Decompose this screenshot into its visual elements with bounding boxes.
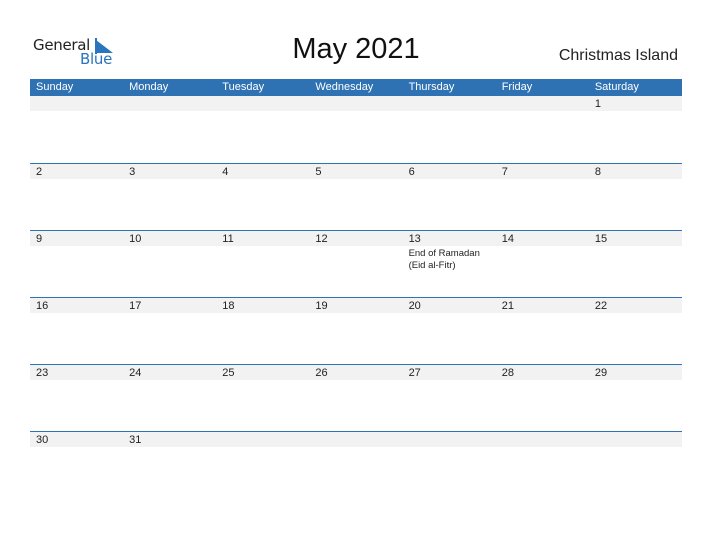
day-cell: 30	[30, 431, 123, 498]
day-number: 6	[408, 166, 415, 178]
day-cell: 26	[309, 364, 402, 431]
day-number: 27	[408, 367, 421, 379]
weeks-container: 1 2 3 4 5 6 7 8 9 10 11 12 13 End of Ramadan (Eid al-…	[30, 96, 682, 498]
day-cell: 9	[30, 230, 123, 297]
empty-cell	[403, 431, 496, 498]
day-number: 26	[315, 367, 328, 379]
weekday-saturday: Saturday	[594, 81, 639, 93]
day-cell: 2	[30, 163, 123, 230]
day-number: 5	[315, 166, 322, 178]
day-number: 9	[36, 233, 43, 245]
day-cell: 13 End of Ramadan (Eid al-Fitr)	[403, 230, 496, 297]
empty-cell	[30, 96, 123, 163]
day-number: 22	[594, 300, 608, 312]
day-cell: 17	[123, 297, 216, 364]
empty-cell	[309, 96, 402, 163]
day-number: 2	[36, 166, 43, 178]
day-cell: 14	[496, 230, 589, 297]
day-cell: 24	[123, 364, 216, 431]
week-row: 16 17 18 19 20 21 22	[30, 297, 682, 364]
weekday-monday: Monday	[129, 81, 169, 93]
day-cell: 7	[496, 163, 589, 230]
day-cell: 19	[309, 297, 402, 364]
empty-cell	[309, 431, 402, 498]
day-cell: 10	[123, 230, 216, 297]
day-number: 18	[222, 300, 235, 312]
empty-cell	[403, 96, 496, 163]
weekday-header: Sunday Monday Tuesday Wednesday Thursday Frid…	[30, 79, 682, 96]
week-row: 9 10 11 12 13 End of Ramadan (Eid al-Fitr) 14 1…	[30, 230, 682, 297]
weekday-tuesday: Tuesday	[222, 81, 265, 93]
day-cell: 25	[216, 364, 309, 431]
day-number: 15	[594, 233, 608, 245]
day-cell: 28	[496, 364, 589, 431]
week-row: 1	[30, 96, 682, 163]
day-cell: 31	[123, 431, 216, 498]
empty-cell	[496, 431, 589, 498]
day-number: 29	[594, 367, 608, 379]
week-row: 23 24 25 26 27 28 29	[30, 364, 682, 431]
calendar-grid: Sunday Monday Tuesday Wednesday Thursday Frid…	[30, 79, 682, 498]
day-cell: 12	[309, 230, 402, 297]
day-cell: 6	[403, 163, 496, 230]
empty-cell	[216, 431, 309, 498]
day-number: 24	[129, 367, 142, 379]
empty-cell	[589, 431, 682, 498]
day-number: 16	[36, 300, 49, 312]
day-cell: 3	[123, 163, 216, 230]
day-cell: 20	[403, 297, 496, 364]
day-number: 11	[222, 233, 234, 245]
day-number: 4	[222, 166, 229, 178]
day-number: 23	[36, 367, 49, 379]
week-row: 30 31	[30, 431, 682, 498]
weekday-thursday: Thursday	[408, 81, 455, 93]
day-cell: 21	[496, 297, 589, 364]
day-number: 14	[501, 233, 514, 245]
country-label: Christmas Island	[558, 47, 678, 64]
day-number: 31	[129, 434, 142, 446]
day-cell: 27	[403, 364, 496, 431]
day-cell: 15	[589, 230, 682, 297]
day-cell: 11	[216, 230, 309, 297]
day-cell: 1	[589, 96, 682, 163]
day-number: 20	[408, 300, 421, 312]
day-cell: 5	[309, 163, 402, 230]
holiday-event: End of Ramadan (Eid al-Fitr)	[408, 248, 480, 271]
weekday-friday: Friday	[501, 81, 533, 93]
day-cell: 18	[216, 297, 309, 364]
day-number: 21	[501, 300, 514, 312]
day-number: 10	[129, 233, 142, 245]
day-number: 12	[315, 233, 328, 245]
weekday-sunday: Sunday	[36, 81, 74, 93]
day-number: 3	[129, 166, 136, 178]
empty-cell	[216, 96, 309, 163]
day-cell: 23	[30, 364, 123, 431]
day-cell: 16	[30, 297, 123, 364]
day-number: 19	[315, 300, 328, 312]
day-number: 25	[222, 367, 235, 379]
day-number: 7	[501, 166, 508, 178]
weekday-wednesday: Wednesday	[315, 81, 374, 93]
week-row: 2 3 4 5 6 7 8	[30, 163, 682, 230]
day-number: 30	[36, 434, 49, 446]
day-number: 8	[594, 166, 601, 178]
day-cell: 22	[589, 297, 682, 364]
day-cell: 29	[589, 364, 682, 431]
day-number: 13	[408, 233, 421, 245]
day-cell: 4	[216, 163, 309, 230]
empty-cell	[123, 96, 216, 163]
day-number: 17	[129, 300, 142, 312]
day-number: 28	[501, 367, 514, 379]
day-cell: 8	[589, 163, 682, 230]
empty-cell	[496, 96, 589, 163]
day-number: 1	[594, 98, 601, 110]
